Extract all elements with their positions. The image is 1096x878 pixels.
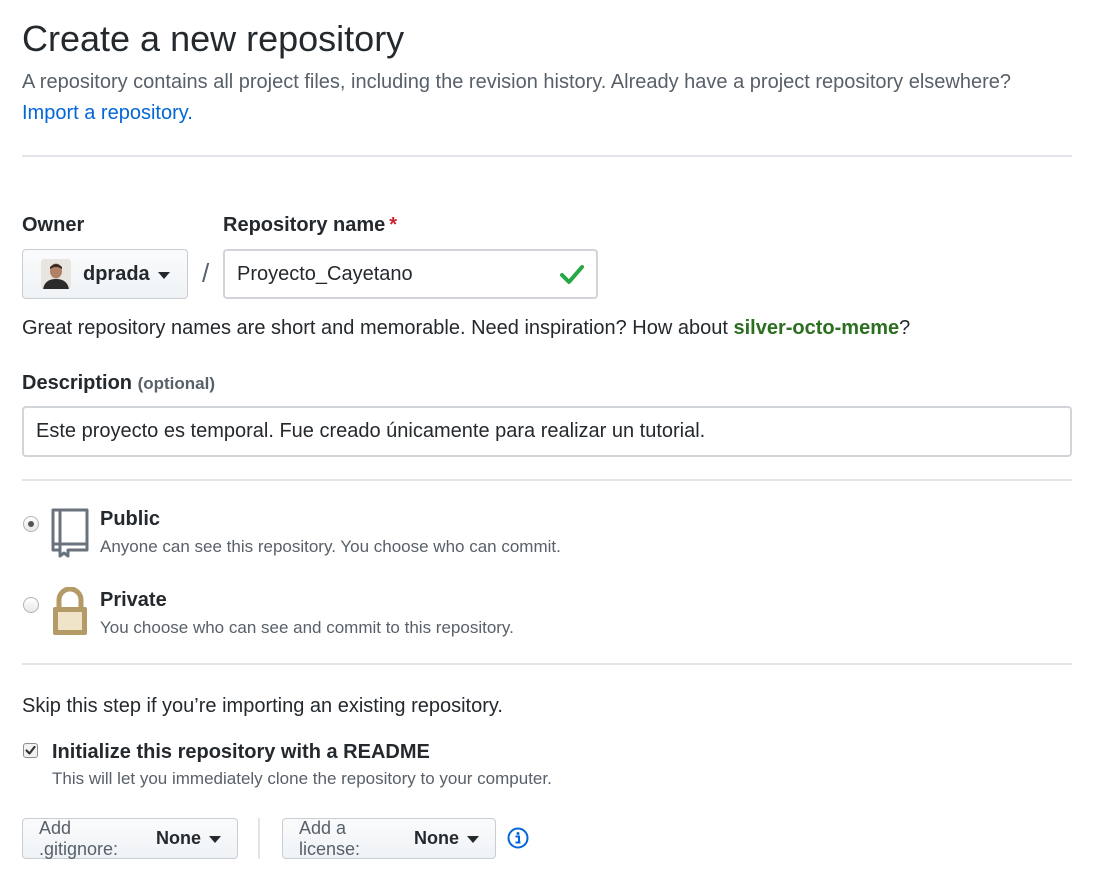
repository-name-value: Proyecto_Cayetano (237, 262, 413, 285)
gitignore-label: Add .gitignore: (39, 817, 119, 859)
page-subtitle: A repository contains all project files,… (22, 71, 1012, 93)
private-desc: You choose who can see and commit to thi… (100, 618, 514, 637)
repo-name-label: Repository name * (223, 213, 397, 237)
public-desc: Anyone can see this repository. You choo… (100, 537, 561, 556)
vertical-divider (258, 818, 260, 859)
skip-step-note: Skip this step if you’re importing an ex… (22, 695, 503, 717)
required-mark: * (389, 214, 398, 236)
divider (22, 155, 1072, 157)
caret-down-icon (157, 271, 170, 279)
public-radio[interactable] (23, 516, 39, 532)
info-icon[interactable] (507, 827, 529, 854)
lock-icon (50, 586, 90, 642)
license-select[interactable]: Add a license: None (282, 818, 496, 859)
repo-name-label-text: Repository name (223, 214, 386, 236)
name-suggestion[interactable]: silver-octo-meme (733, 317, 899, 339)
readme-title[interactable]: Initialize this repository with a README (52, 740, 430, 764)
description-label: Description (optional) (22, 371, 215, 396)
readme-desc: This will let you immediately clone the … (52, 769, 552, 788)
description-label-text: Description (22, 372, 133, 394)
avatar (41, 259, 71, 289)
page-title: Create a new repository (22, 18, 405, 59)
license-value: None (414, 828, 459, 848)
owner-name: dprada (83, 262, 150, 285)
gitignore-select[interactable]: Add .gitignore: None (22, 818, 238, 859)
readme-checkbox[interactable] (23, 743, 38, 758)
description-input[interactable]: Este proyecto es temporal. Fue creado ún… (22, 406, 1072, 457)
public-title: Public (100, 508, 161, 530)
repo-name-hint: Great repository names are short and mem… (22, 316, 910, 340)
divider (22, 663, 1072, 665)
caret-down-icon (467, 836, 479, 843)
gitignore-value: None (156, 828, 201, 848)
caret-down-icon (209, 836, 221, 843)
private-radio[interactable] (23, 597, 39, 613)
hint-suffix: ? (899, 317, 911, 339)
owner-repo-separator: / (202, 258, 210, 288)
repo-book-icon (50, 508, 90, 563)
description-value: Este proyecto es temporal. Fue creado ún… (36, 420, 706, 442)
license-label: Add a license: (299, 817, 361, 859)
optional-tag: (optional) (137, 374, 216, 393)
divider (22, 479, 1072, 481)
private-title: Private (100, 589, 167, 611)
owner-select[interactable]: dprada (22, 249, 188, 299)
owner-label: Owner (22, 214, 85, 236)
check-icon (560, 263, 584, 291)
hint-text: Great repository names are short and mem… (22, 317, 734, 339)
repository-name-input[interactable]: Proyecto_Cayetano (223, 249, 598, 299)
import-repository-link[interactable]: Import a repository. (22, 101, 193, 125)
